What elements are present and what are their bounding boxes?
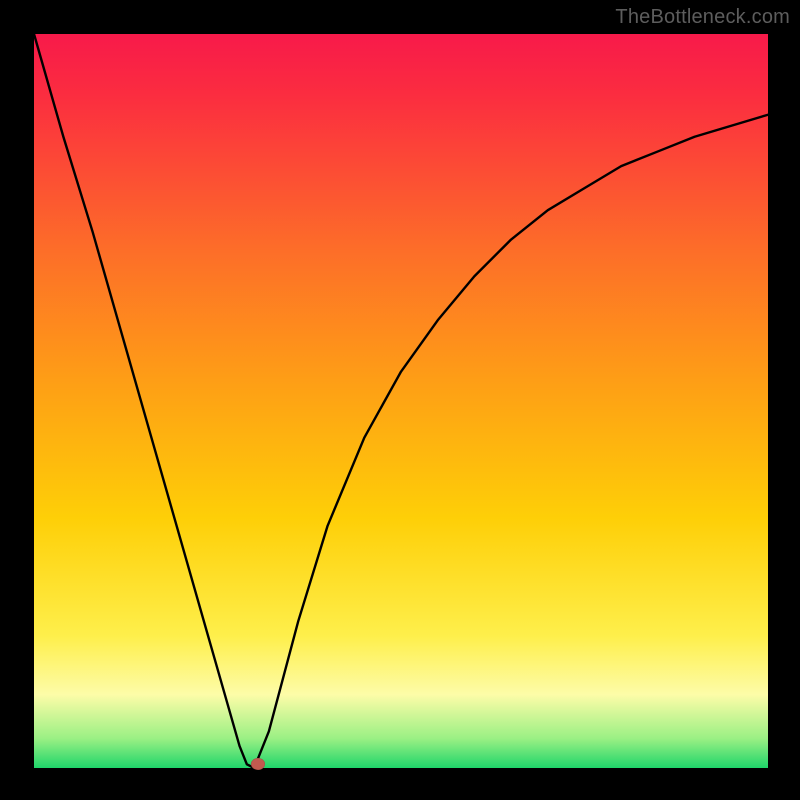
- bottleneck-curve: [34, 34, 768, 768]
- plot-area: [34, 34, 768, 768]
- watermark-text: TheBottleneck.com: [615, 6, 790, 29]
- optimum-marker: [251, 758, 265, 770]
- chart-frame: TheBottleneck.com: [0, 0, 800, 800]
- curve-svg: [34, 34, 768, 768]
